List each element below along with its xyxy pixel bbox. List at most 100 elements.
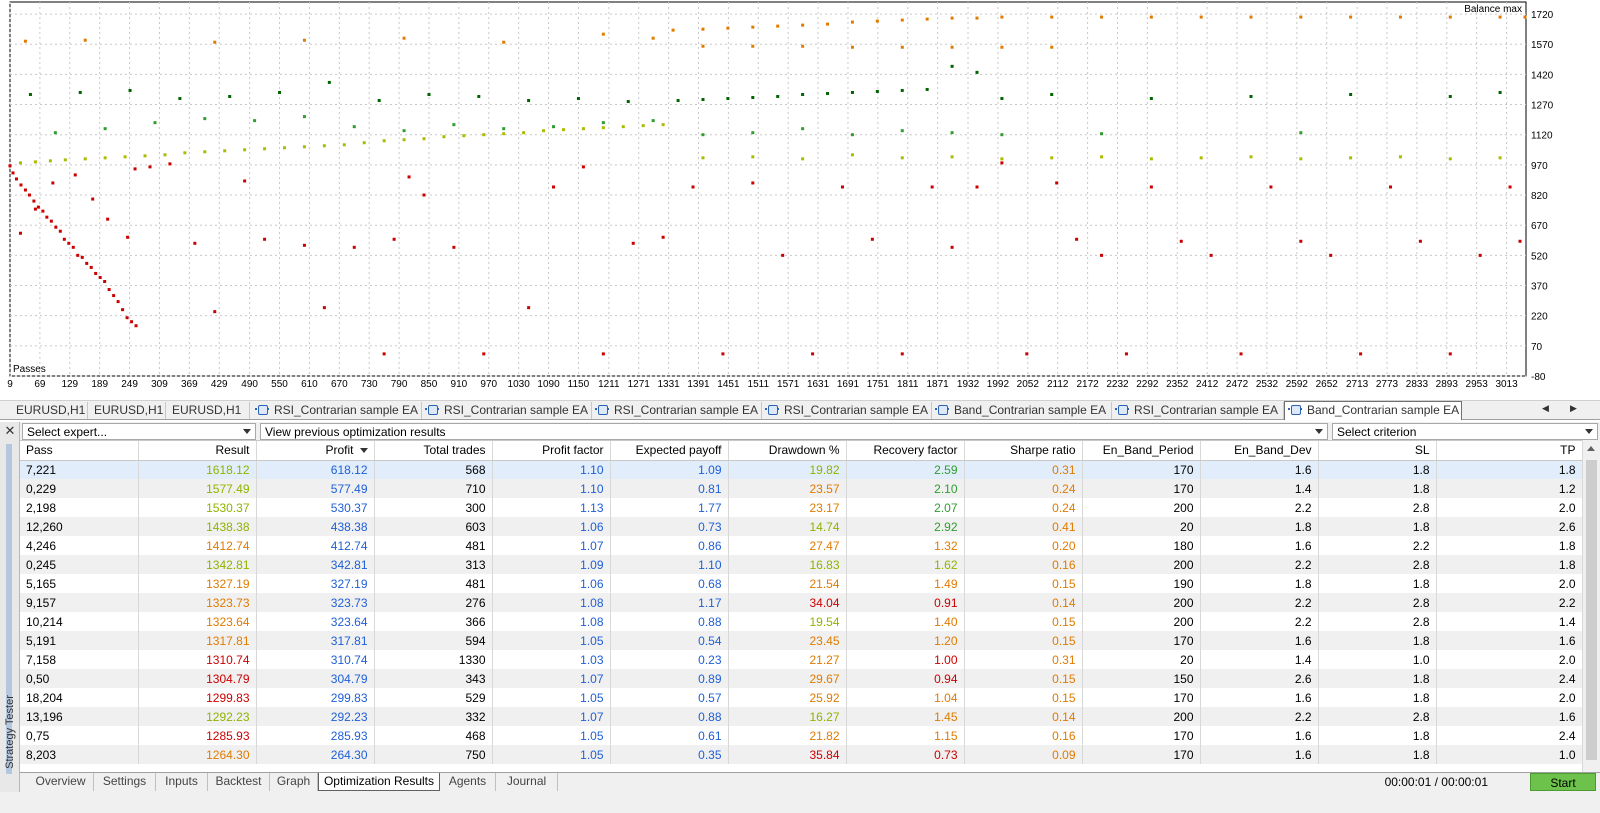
table-row[interactable]: 0,75 1285.93 285.93 468 1.05 0.61 21.82 1.15 0.1… bbox=[20, 726, 1582, 745]
column-header-result[interactable]: Result bbox=[138, 441, 257, 461]
tab-rsi-contrarian-5[interactable]: RSI_Contrarian sample EA bbox=[1112, 402, 1284, 419]
table-row[interactable]: 9,157 1323.73 323.73 276 1.08 1.17 34.04 0.91 0.… bbox=[20, 593, 1582, 612]
table-row[interactable]: 0,50 1304.79 304.79 343 1.07 0.89 29.67 0.94 0.1… bbox=[20, 669, 1582, 688]
table-cell: 1.08 bbox=[492, 612, 611, 631]
tab-eurusd-h1-2[interactable]: EURUSD,H1 bbox=[88, 402, 166, 419]
table-cell: 9,157 bbox=[20, 593, 139, 612]
table-cell: 710 bbox=[374, 479, 493, 498]
pass-point bbox=[801, 23, 805, 27]
select-criterion-dropdown[interactable]: Select criterion bbox=[1332, 423, 1598, 440]
tab-band-contrarian-1[interactable]: Band_Contrarian sample EA bbox=[932, 402, 1112, 419]
table-cell: 1.03 bbox=[492, 650, 611, 669]
column-header-profit-factor[interactable]: Profit factor bbox=[492, 441, 611, 461]
pass-point bbox=[1349, 92, 1353, 96]
table-row[interactable]: 5,165 1327.19 327.19 481 1.06 0.68 21.54 1.49 0.… bbox=[20, 574, 1582, 593]
pass-point bbox=[950, 131, 954, 135]
table-cell: 2,198 bbox=[20, 498, 139, 517]
close-tester-button[interactable]: ✕ bbox=[0, 422, 20, 440]
pass-point bbox=[452, 123, 456, 127]
column-header-profit[interactable]: Profit bbox=[256, 441, 375, 461]
sort-descending-icon[interactable] bbox=[359, 448, 368, 454]
pass-point bbox=[776, 24, 780, 28]
y-tick-label: 670 bbox=[1531, 221, 1548, 232]
pass-point bbox=[58, 229, 62, 233]
tester-tab-optimization-results[interactable]: Optimization Results bbox=[318, 773, 440, 791]
tab-rsi-contrarian-1[interactable]: RSI_Contrarian sample EA bbox=[252, 402, 422, 419]
x-tick-label: 2893 bbox=[1436, 379, 1459, 390]
x-tick-label: 1030 bbox=[508, 379, 531, 390]
start-button[interactable]: Start bbox=[1530, 773, 1596, 791]
table-cell: 8,203 bbox=[20, 745, 139, 764]
table-cell: 16.83 bbox=[728, 555, 847, 574]
table-cell: 1.8 bbox=[1318, 669, 1437, 688]
table-row[interactable]: 4,246 1412.74 412.74 481 1.07 0.86 27.47 1.32 0.… bbox=[20, 536, 1582, 555]
tester-tab-backtest[interactable]: Backtest bbox=[208, 773, 270, 791]
table-cell: 0.31 bbox=[964, 460, 1083, 479]
tab-eurusd-h1-3[interactable]: EURUSD,H1 bbox=[166, 402, 250, 419]
tester-tab-journal[interactable]: Journal bbox=[496, 773, 558, 791]
column-header-sl[interactable]: SL bbox=[1318, 441, 1437, 461]
tester-tab-graph[interactable]: Graph bbox=[270, 773, 318, 791]
pass-point bbox=[228, 95, 232, 99]
table-cell: 1412.74 bbox=[138, 536, 257, 555]
pass-point bbox=[726, 97, 730, 101]
column-header-en-band-dev[interactable]: En_Band_Dev bbox=[1200, 441, 1319, 461]
table-cell: 1327.19 bbox=[138, 574, 257, 593]
select-expert-dropdown[interactable]: Select expert... bbox=[22, 423, 256, 440]
column-header-recovery-factor[interactable]: Recovery factor bbox=[846, 441, 965, 461]
tabs-scroll-right-icon[interactable]: ▶ bbox=[1570, 403, 1577, 414]
column-header-total-trades[interactable]: Total trades bbox=[374, 441, 493, 461]
tester-tab-inputs[interactable]: Inputs bbox=[156, 773, 208, 791]
table-cell: 5,191 bbox=[20, 631, 139, 650]
pass-point bbox=[112, 294, 116, 298]
tab-rsi-contrarian-3[interactable]: RSI_Contrarian sample EA bbox=[592, 402, 762, 419]
table-row[interactable]: 5,191 1317.81 317.81 594 1.05 0.54 23.45 1.20 0.… bbox=[20, 631, 1582, 650]
tab-rsi-contrarian-2[interactable]: RSI_Contrarian sample EA bbox=[422, 402, 592, 419]
column-header-en-band-period[interactable]: En_Band_Period bbox=[1082, 441, 1201, 461]
tab-rsi-contrarian-4[interactable]: RSI_Contrarian sample EA bbox=[762, 402, 932, 419]
pass-point bbox=[322, 144, 326, 148]
y-tick-label: 220 bbox=[1531, 312, 1548, 323]
tester-tab-overview[interactable]: Overview bbox=[28, 773, 94, 791]
table-row[interactable]: 18,204 1299.83 299.83 529 1.05 0.57 25.92 1.04 0… bbox=[20, 688, 1582, 707]
column-header-pass[interactable]: Pass bbox=[20, 441, 139, 461]
table-row[interactable]: 2,198 1530.37 530.37 300 1.13 1.77 23.17 2.07 0.… bbox=[20, 498, 1582, 517]
scroll-up-icon[interactable] bbox=[1587, 446, 1595, 451]
table-row[interactable]: 0,229 1577.49 577.49 710 1.10 0.81 23.57 2.10 0.… bbox=[20, 479, 1582, 498]
table-row[interactable]: 13,196 1292.23 292.23 332 1.07 0.88 16.27 1.45 0… bbox=[20, 707, 1582, 726]
column-header-drawdown-[interactable]: Drawdown % bbox=[728, 441, 847, 461]
column-header-sharpe-ratio[interactable]: Sharpe ratio bbox=[964, 441, 1083, 461]
pass-point bbox=[1249, 155, 1253, 159]
table-row[interactable]: 7,221 1618.12 618.12 568 1.10 1.09 19.82 2.59 0.… bbox=[20, 460, 1582, 479]
tab-eurusd-h1-1[interactable]: EURUSD,H1 bbox=[10, 402, 88, 419]
pass-point bbox=[552, 125, 556, 129]
pass-point bbox=[1179, 239, 1183, 243]
table-vertical-scrollbar[interactable] bbox=[1582, 440, 1600, 772]
tabs-scroll-left-icon[interactable]: ◀ bbox=[1542, 403, 1549, 414]
y-tick-label: 70 bbox=[1531, 342, 1543, 353]
pass-point bbox=[626, 100, 630, 104]
pass-point bbox=[975, 70, 979, 74]
table-cell: 1.4 bbox=[1436, 612, 1582, 631]
table-row[interactable]: 7,158 1310.74 310.74 1330 1.03 0.23 21.27 1.00 0… bbox=[20, 650, 1582, 669]
pass-point bbox=[123, 155, 127, 159]
previous-results-dropdown[interactable]: View previous optimization results bbox=[260, 423, 1328, 440]
pass-point bbox=[51, 181, 55, 185]
table-row[interactable]: 10,214 1323.64 323.64 366 1.08 0.88 19.54 1.40 0… bbox=[20, 612, 1582, 631]
table-cell: 0.57 bbox=[610, 688, 729, 707]
pass-point bbox=[1299, 157, 1303, 161]
table-row[interactable]: 8,203 1264.30 264.30 750 1.05 0.35 35.84 0.73 0.… bbox=[20, 745, 1582, 764]
column-header-tp[interactable]: TP bbox=[1436, 441, 1582, 461]
table-row[interactable]: 0,245 1342.81 342.81 313 1.09 1.10 16.83 1.62 0.… bbox=[20, 555, 1582, 574]
pass-point bbox=[18, 161, 22, 165]
tester-tab-settings[interactable]: Settings bbox=[94, 773, 156, 791]
table-cell: 1.05 bbox=[492, 726, 611, 745]
pass-point bbox=[382, 139, 386, 143]
tab-band-contrarian-active[interactable]: Band_Contrarian sample EA bbox=[1284, 401, 1462, 420]
scrollbar-thumb[interactable] bbox=[1586, 460, 1597, 760]
table-cell: 2.0 bbox=[1436, 498, 1582, 517]
tester-tab-agents[interactable]: Agents bbox=[440, 773, 496, 791]
tab-label: RSI_Contrarian sample EA bbox=[614, 403, 759, 417]
table-row[interactable]: 12,260 1438.38 438.38 603 1.06 0.73 14.74 2.92 0… bbox=[20, 517, 1582, 536]
column-header-expected-payoff[interactable]: Expected payoff bbox=[610, 441, 729, 461]
